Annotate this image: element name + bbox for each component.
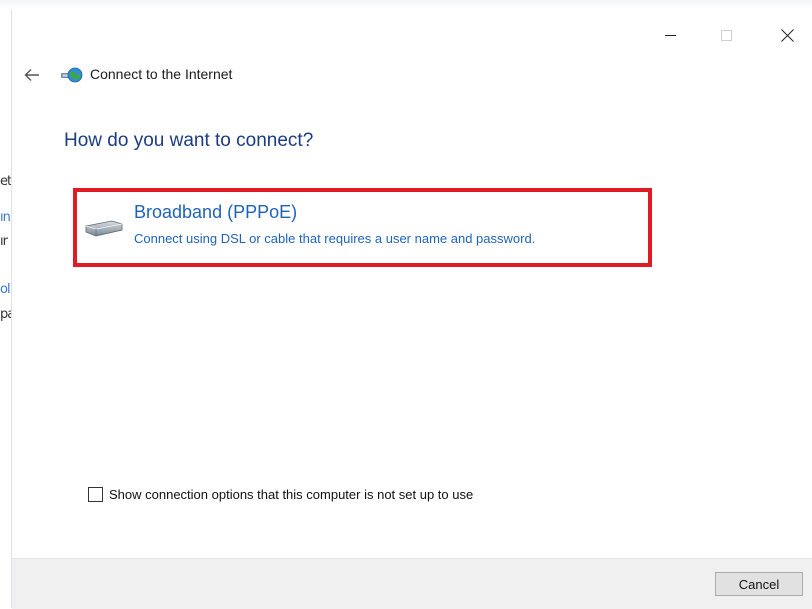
page-heading: How do you want to connect?: [64, 130, 314, 151]
window-title: Connect to the Internet: [90, 66, 233, 82]
show-options-checkbox-row[interactable]: Show connection options that this comput…: [88, 487, 473, 502]
minimize-button[interactable]: [647, 20, 693, 50]
close-icon: [781, 29, 794, 42]
cancel-button[interactable]: Cancel: [715, 572, 803, 596]
maximize-button[interactable]: [703, 20, 749, 50]
show-options-label[interactable]: Show connection options that this comput…: [109, 487, 473, 502]
minimize-icon: [664, 34, 676, 36]
back-arrow-icon: [24, 69, 39, 81]
back-button[interactable]: [20, 63, 44, 87]
background-window-strip: et ın ır ol pa: [0, 10, 12, 608]
close-button[interactable]: [764, 20, 810, 50]
broadband-modem-icon: [85, 220, 123, 237]
window-top-edge: [0, 0, 812, 8]
network-globe-icon: [61, 67, 83, 83]
broadband-pppoe-option[interactable]: Broadband (PPPoE) Connect using DSL or c…: [80, 196, 640, 254]
option-title: Broadband (PPPoE): [134, 202, 298, 222]
option-description: Connect using DSL or cable that requires…: [134, 231, 536, 246]
background-link-fragment: ol: [0, 282, 11, 297]
wizard-window: et ın ır ol pa Connect to the Internet H…: [0, 0, 812, 609]
background-text-fragment: ır: [0, 234, 8, 249]
maximize-icon: [720, 29, 732, 41]
show-options-checkbox[interactable]: [88, 487, 103, 502]
background-text-fragment: et: [0, 174, 11, 189]
footer-bar: Cancel: [12, 558, 812, 609]
background-link-fragment: ın: [0, 210, 11, 225]
background-text-fragment: pa: [0, 307, 11, 322]
